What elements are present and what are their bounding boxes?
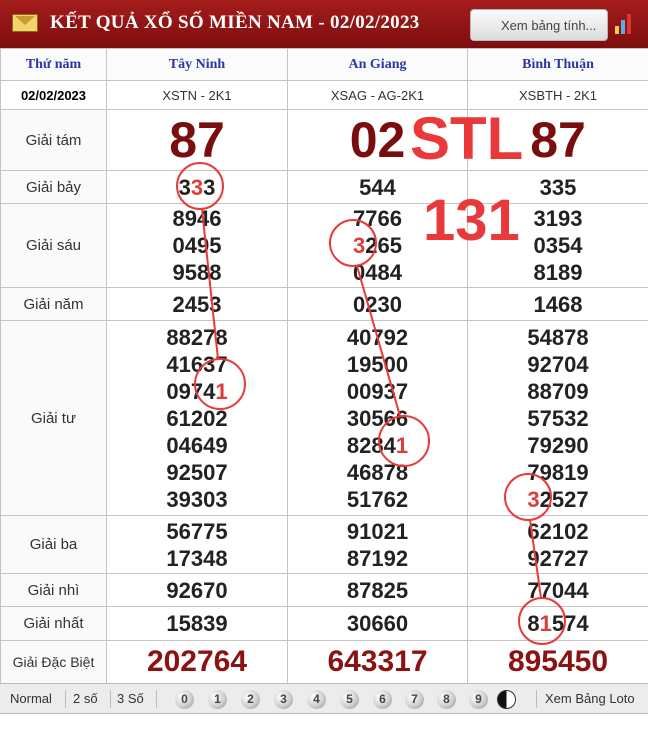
connector-line [201,208,219,360]
yin-yang-icon[interactable] [497,690,516,709]
highlight-circle [378,415,430,467]
digit-ball-4[interactable]: 4 [307,690,326,709]
digit-ball-1[interactable]: 1 [208,690,227,709]
digit-ball-6[interactable]: 6 [373,690,392,709]
view-loto-link[interactable]: Xem Bảng Loto [545,691,635,706]
highlight-circle [329,219,377,267]
digit-ball-2[interactable]: 2 [241,690,260,709]
digit-ball-0[interactable]: 0 [175,690,194,709]
connector-line [356,265,401,417]
digit-ball-9[interactable]: 9 [469,690,488,709]
highlight-circle [176,162,224,210]
mode-normal-button[interactable]: Normal [10,691,52,706]
divider [156,690,157,708]
highlight-circle [504,473,552,521]
mode-2so-button[interactable]: 2 số [73,691,98,706]
digit-ball-7[interactable]: 7 [405,690,424,709]
digit-ball-5[interactable]: 5 [340,690,359,709]
divider [110,690,111,708]
highlight-circle [518,597,566,645]
highlight-circle [194,358,246,410]
digit-ball-3[interactable]: 3 [274,690,293,709]
divider [536,690,537,708]
overlay-stl-text: STL [410,105,524,172]
connector-line [529,519,542,599]
divider [65,690,66,708]
footer-toolbar: Normal 2 số 3 Số 0 1 2 3 4 5 6 7 8 9 Xem… [0,683,648,714]
overlay-number-text: 131 [423,188,520,253]
mode-3so-button[interactable]: 3 Số [117,691,144,706]
digit-ball-8[interactable]: 8 [437,690,456,709]
annotation-overlay [176,162,566,645]
